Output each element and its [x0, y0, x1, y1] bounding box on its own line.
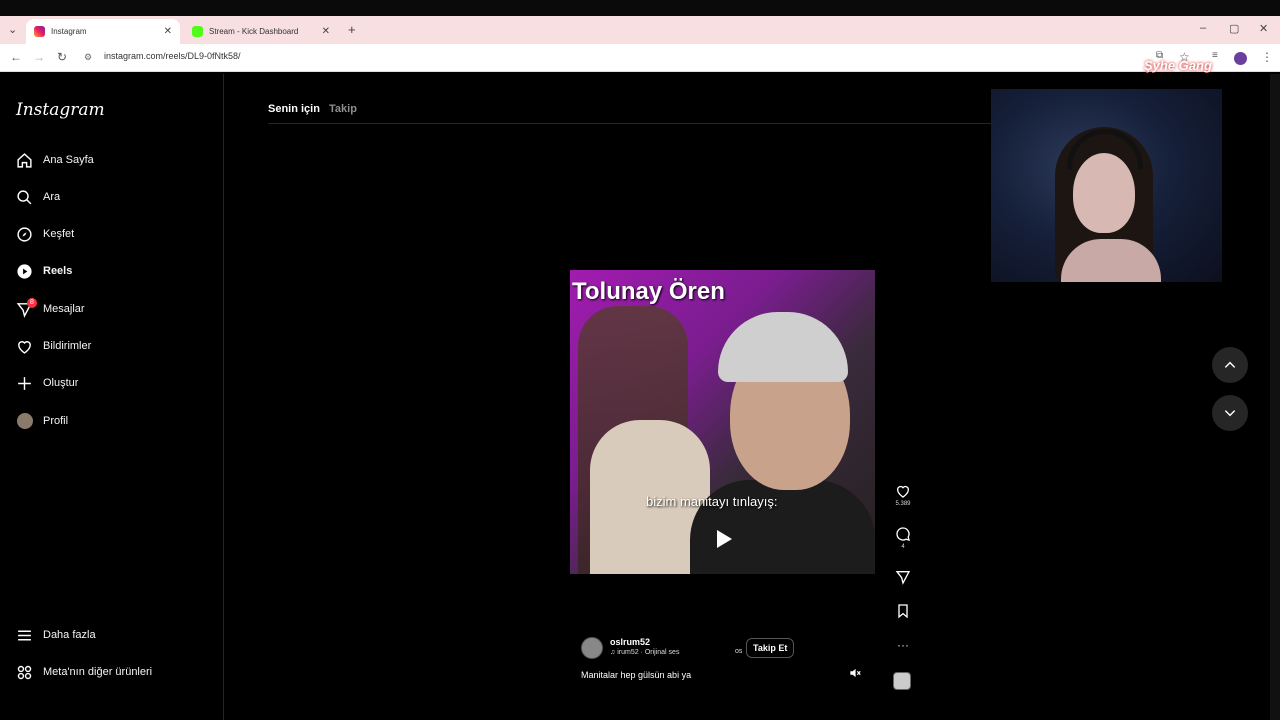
nav-explore[interactable]: Keşfet: [16, 224, 74, 244]
tab-instagram[interactable]: Instagram ✕: [26, 19, 180, 44]
more-options-icon[interactable]: ···: [893, 638, 913, 652]
comment-icon: [896, 527, 910, 541]
like-action[interactable]: 5.389: [893, 483, 913, 507]
nav-profile[interactable]: Profil: [16, 411, 68, 431]
webcam-overlay: [991, 89, 1222, 282]
stream-brand-logo: Şyhe Gang: [1144, 58, 1212, 73]
video-person-right-cap: [718, 312, 848, 382]
author-username[interactable]: oslrum52: [610, 637, 650, 647]
nav-label: Keşfet: [43, 228, 75, 240]
instagram-sidebar: Instagram Ana Sayfa Ara Keşfet Reels Mes…: [0, 74, 224, 720]
window-close-icon[interactable]: ✕: [1259, 22, 1268, 35]
forward-arrow-icon[interactable]: →: [33, 50, 45, 64]
nav-label: Meta'nın diğer ürünleri: [43, 666, 153, 678]
plus-icon: [16, 375, 33, 392]
new-tab-plus-icon[interactable]: +: [348, 22, 356, 37]
chevron-up-icon: [1224, 361, 1236, 368]
share-icon: [895, 571, 911, 585]
nav-label: Oluştur: [43, 377, 79, 389]
feed-tabs: Senin için Takip: [268, 103, 357, 115]
tabs-divider: [268, 123, 992, 124]
heart-icon: [16, 338, 33, 355]
menu-icon: [16, 627, 33, 644]
mute-icon[interactable]: [848, 666, 862, 680]
nav-label: Ana Sayfa: [43, 154, 94, 166]
close-tab-icon[interactable]: ✕: [164, 26, 172, 37]
nav-label: Bildirimler: [43, 340, 92, 352]
nav-meta-products[interactable]: Meta'nın diğer ürünleri: [16, 662, 152, 682]
nav-reels[interactable]: Reels: [16, 261, 72, 281]
url-text[interactable]: instagram.com/reels/DL9-0fNtk58/: [104, 51, 241, 61]
tab-following[interactable]: Takip: [329, 103, 357, 115]
instagram-favicon-icon: [34, 26, 45, 37]
nav-label: Daha fazla: [43, 629, 96, 641]
previous-reel-button[interactable]: [1212, 347, 1248, 383]
like-count: 5.389: [895, 501, 911, 507]
tab-kick-dashboard[interactable]: Stream - Kick Dashboard ✕: [184, 19, 338, 44]
browser-menu-icon[interactable]: ⋮: [1261, 50, 1273, 64]
tab-list-chevron-icon[interactable]: ⌄: [8, 23, 17, 36]
nav-label: Ara: [43, 191, 61, 203]
share-action[interactable]: [893, 569, 913, 587]
nav-more[interactable]: Daha fazla: [16, 625, 96, 645]
tab-title: Stream - Kick Dashboard: [209, 27, 299, 36]
follow-button[interactable]: Takip Et: [746, 638, 795, 658]
back-arrow-icon[interactable]: ←: [10, 50, 22, 64]
kick-favicon-icon: [192, 26, 203, 37]
grid-icon: [16, 664, 33, 681]
address-bar-row: ← → ↻ ⚙ instagram.com/reels/DL9-0fNtk58/…: [0, 44, 1280, 72]
audio-thumbnail[interactable]: [893, 672, 911, 690]
author-avatar[interactable]: [581, 637, 603, 659]
media-controls-icon[interactable]: ≡: [1212, 50, 1218, 61]
reels-icon: [16, 263, 33, 280]
nav-label: Reels: [43, 265, 73, 277]
instagram-logo[interactable]: Instagram: [16, 100, 105, 120]
browser-tab-bar: ⌄ Instagram ✕ Stream - Kick Dashboard ✕ …: [0, 16, 1280, 44]
search-icon: [16, 189, 33, 206]
tab-for-you[interactable]: Senin için: [268, 103, 320, 115]
nav-label: Mesajlar: [43, 303, 85, 315]
maximize-icon[interactable]: ▢: [1229, 22, 1239, 35]
window-top-strip: [0, 0, 1280, 16]
site-info-icon[interactable]: ⚙: [84, 52, 92, 63]
audio-overflow-text: os: [735, 648, 743, 655]
save-action[interactable]: [893, 603, 913, 621]
comment-action[interactable]: 4: [893, 526, 913, 550]
reel-audio[interactable]: ♫ irum52 · Orijinal ses: [610, 649, 679, 656]
nav-label: Profil: [43, 415, 69, 427]
comment-count: 4: [901, 544, 905, 550]
close-tab-icon[interactable]: ✕: [322, 26, 330, 37]
tab-title: Instagram: [51, 27, 87, 36]
heart-icon: [897, 485, 909, 498]
bookmark-icon: [898, 604, 908, 619]
play-icon[interactable]: [711, 527, 735, 551]
reel-title-overlay: Tolunay Ören: [572, 278, 725, 305]
reel-player[interactable]: Tolunay Ören bizim manitayı tınlayış: os…: [570, 151, 875, 691]
nav-search[interactable]: Ara: [16, 187, 60, 207]
nav-create[interactable]: Oluştur: [16, 373, 78, 393]
page-scrollbar[interactable]: [1270, 74, 1280, 720]
nav-home[interactable]: Ana Sayfa: [16, 150, 94, 170]
next-reel-button[interactable]: [1212, 395, 1248, 431]
avatar-icon: [16, 413, 33, 430]
reload-icon[interactable]: ↻: [57, 50, 67, 64]
home-icon: [16, 152, 33, 169]
profile-avatar-icon[interactable]: [1234, 52, 1247, 65]
audio-label: irum52 · Orijinal ses: [617, 649, 680, 656]
compass-icon: [16, 226, 33, 243]
nav-notifications[interactable]: Bildirimler: [16, 336, 91, 356]
messages-badge: 8: [27, 298, 37, 308]
reel-video-frame[interactable]: Tolunay Ören bizim manitayı tınlayış:: [570, 270, 875, 574]
reel-author-row: oslrum52 ♫ irum52 · Orijinal ses os Taki…: [581, 636, 871, 662]
reel-subtitle-overlay: bizim manitayı tınlayış:: [646, 494, 778, 509]
minimize-icon[interactable]: –: [1200, 22, 1206, 34]
reel-description[interactable]: Manitalar hep gülsün abi ya: [581, 670, 691, 680]
chevron-down-icon: [1224, 410, 1236, 417]
